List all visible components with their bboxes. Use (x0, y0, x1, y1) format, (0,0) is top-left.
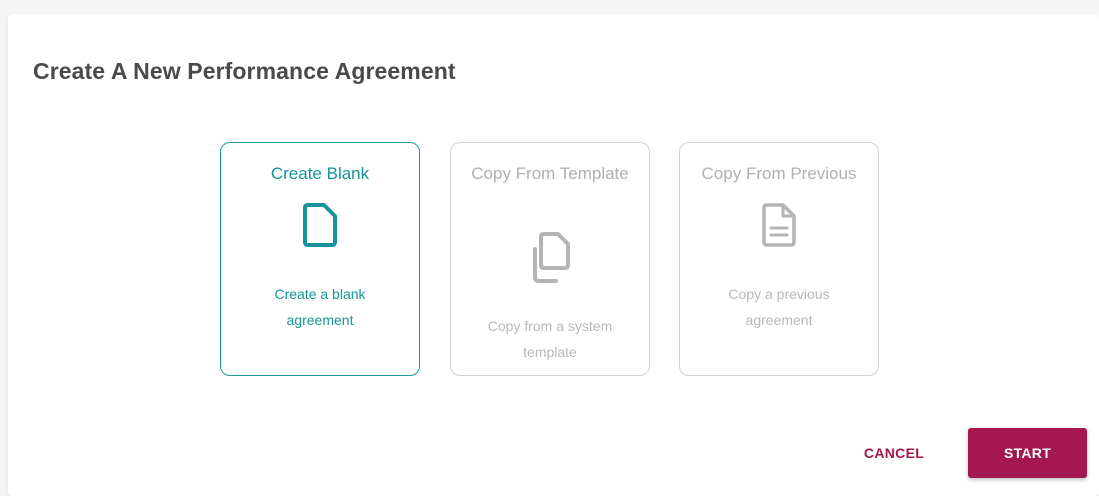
option-create-blank[interactable]: Create Blank Create a blank agreement (220, 142, 420, 376)
option-copy-from-template[interactable]: Copy From Template Copy from a system te… (450, 142, 650, 376)
option-description: Copy from a system template (487, 318, 613, 360)
create-agreement-dialog: Create A New Performance Agreement Creat… (8, 14, 1099, 496)
blank-document-icon (300, 201, 340, 254)
cancel-button[interactable]: CANCEL (848, 428, 940, 478)
option-description: Copy a previous agreement (728, 286, 830, 328)
text-document-icon (759, 201, 799, 254)
option-description: Create a blank agreement (274, 286, 366, 328)
option-label: Create Blank (270, 164, 370, 183)
copy-icon (526, 231, 574, 290)
option-label: Copy From Previous (701, 164, 857, 183)
option-copy-from-previous[interactable]: Copy From Previous Copy a previous agree… (679, 142, 879, 376)
start-button[interactable]: START (968, 428, 1087, 478)
dialog-title: Create A New Performance Agreement (33, 58, 456, 84)
option-label: Copy From Template (471, 164, 629, 183)
